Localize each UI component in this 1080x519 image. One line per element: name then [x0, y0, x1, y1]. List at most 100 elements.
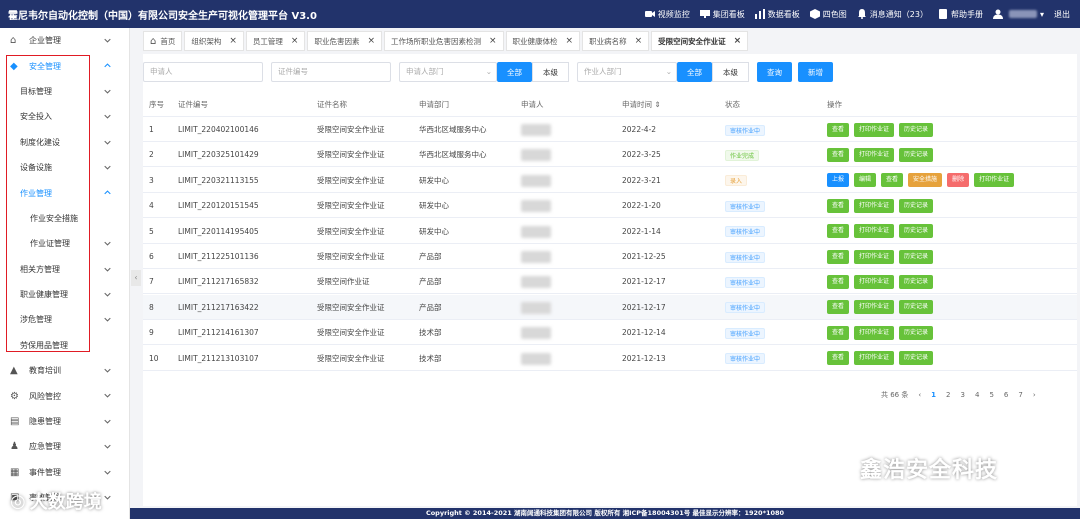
topnav-item-book[interactable]: 帮助手册 — [938, 9, 983, 20]
sidebar-item-14[interactable]: ⚙ 风险管控 — [0, 383, 129, 408]
action-button[interactable]: 历史记录 — [899, 274, 934, 289]
all-button[interactable]: 全部 — [497, 62, 532, 82]
action-button[interactable]: 查看 — [827, 325, 850, 340]
action-button[interactable]: 打印作业证 — [854, 300, 895, 315]
close-icon[interactable]: × — [367, 36, 375, 46]
action-button[interactable]: 编辑 — [854, 173, 877, 188]
action-button[interactable]: 删除 — [947, 173, 970, 188]
page-number[interactable]: 6 — [1004, 391, 1008, 399]
page-number[interactable]: 2 — [946, 391, 950, 399]
sidebar-item-16[interactable]: ♟ 应急管理 — [0, 434, 129, 459]
sidebar-item-1[interactable]: ◆ 安全管理 — [0, 53, 129, 78]
tab-4[interactable]: 工作场所职业危害因素检测 × — [384, 31, 504, 51]
topnav-item-cube[interactable]: 四色图 — [809, 9, 847, 20]
close-icon[interactable]: × — [566, 36, 574, 46]
sidebar-item-9[interactable]: 相关方管理 — [0, 257, 129, 282]
topnav-item-logout[interactable]: 退出 — [1054, 9, 1070, 20]
chevron-down-icon — [104, 444, 111, 449]
action-button[interactable]: 查看 — [881, 173, 904, 188]
sidebar-item-0[interactable]: ⌂ 企业管理 — [0, 28, 129, 53]
watermark-left-text: 大数跨境 — [29, 492, 102, 513]
sidebar-item-5[interactable]: 设备设施 — [0, 155, 129, 180]
all-button-2[interactable]: 全部 — [677, 62, 712, 82]
sidebar-item-7[interactable]: 作业安全措施 — [0, 206, 129, 231]
tab-6[interactable]: 职业病名称 × — [582, 31, 650, 51]
action-button[interactable]: 查看 — [827, 300, 850, 315]
action-button[interactable]: 打印作业证 — [854, 224, 895, 239]
topnav-item-chart[interactable]: 数据看板 — [754, 9, 800, 20]
query-button[interactable]: 查询 — [757, 62, 792, 82]
close-icon[interactable]: × — [734, 36, 742, 46]
action-button[interactable]: 打印作业证 — [854, 351, 895, 366]
page-number[interactable]: 3 — [961, 391, 965, 399]
page-number[interactable]: 1 — [931, 391, 936, 399]
topnav-item-user[interactable]: ▾ — [992, 9, 1044, 19]
prev-page-button[interactable]: ‹ — [918, 391, 921, 399]
tab-5[interactable]: 职业健康体检 × — [505, 31, 581, 51]
action-button[interactable]: 查看 — [827, 274, 850, 289]
sidebar-item-13[interactable]: ▲ 教育培训 — [0, 358, 129, 383]
page-number[interactable]: 7 — [1018, 391, 1022, 399]
action-button[interactable]: 打印作业证 — [854, 325, 895, 340]
applicant-dept-select[interactable]: 申请人部门 ⌄ — [399, 62, 497, 82]
action-button[interactable]: 历史记录 — [899, 224, 934, 239]
next-page-button[interactable]: › — [1033, 391, 1036, 399]
tab-2[interactable]: 员工管理 × — [245, 31, 306, 51]
action-button[interactable]: 上报 — [827, 173, 850, 188]
tab-0[interactable]: ⌂ 首页 — [143, 31, 183, 51]
action-button[interactable]: 打印作业证 — [854, 147, 895, 162]
cert-no-input[interactable]: 证件编号 — [271, 62, 391, 82]
action-button[interactable]: 打印作业证 — [854, 249, 895, 264]
action-button[interactable]: 查看 — [827, 224, 850, 239]
action-button[interactable]: 打印作业证 — [854, 122, 895, 137]
sidebar-item-11[interactable]: 涉危管理 — [0, 307, 129, 332]
action-button[interactable]: 历史记录 — [899, 147, 934, 162]
action-button[interactable]: 打印作业证 — [854, 198, 895, 213]
action-button[interactable]: 安全措施 — [908, 173, 943, 188]
action-button[interactable]: 历史记录 — [899, 249, 934, 264]
sidebar-collapse-button[interactable]: ‹ — [131, 270, 141, 286]
sidebar-item-6[interactable]: 作业管理 — [0, 180, 129, 205]
action-button[interactable]: 查看 — [827, 198, 850, 213]
sidebar-item-17[interactable]: ▦ 事件管理 — [0, 460, 129, 485]
level-button-2[interactable]: 本级 — [712, 62, 749, 82]
action-button[interactable]: 历史记录 — [899, 198, 934, 213]
close-icon[interactable]: × — [291, 36, 299, 46]
tab-1[interactable]: 组织架构 × — [184, 31, 244, 51]
sidebar-item-10[interactable]: 职业健康管理 — [0, 282, 129, 307]
action-button[interactable]: 查看 — [827, 122, 850, 137]
topnav-item-bell[interactable]: 消息通知（23） — [857, 9, 928, 20]
sidebar-item-2[interactable]: 目标管理 — [0, 79, 129, 104]
close-icon[interactable]: × — [229, 36, 237, 46]
worker-dept-select[interactable]: 作业人部门 ⌄ — [577, 62, 677, 82]
action-button[interactable]: 历史记录 — [899, 325, 934, 340]
top-bar: 霍尼韦尔自动化控制（中国）有限公司安全生产可视化管理平台 V3.0 视频监控 集团… — [0, 0, 1080, 28]
action-button[interactable]: 历史记录 — [899, 300, 934, 315]
close-icon[interactable]: × — [489, 36, 497, 46]
sidebar-item-12[interactable]: 劳保用品管理 — [0, 333, 129, 358]
level-button[interactable]: 本级 — [532, 62, 569, 82]
action-button[interactable]: 查看 — [827, 147, 850, 162]
action-button[interactable]: 打印作业证 — [974, 173, 1015, 188]
column-header[interactable]: 申请时间 ⇕ — [622, 92, 661, 117]
cell-code: LIMIT_211217163422 — [178, 302, 259, 312]
page-number[interactable]: 4 — [975, 391, 979, 399]
sidebar-item-3[interactable]: 安全投入 — [0, 104, 129, 129]
sidebar-item-4[interactable]: 制度化建设 — [0, 130, 129, 155]
add-button[interactable]: 新增 — [798, 62, 833, 82]
action-button[interactable]: 查看 — [827, 351, 850, 366]
tab-7[interactable]: 受限空间安全作业证 × — [651, 31, 749, 51]
action-button[interactable]: 查看 — [827, 249, 850, 264]
topnav-item-monitor[interactable]: 集团看板 — [699, 9, 745, 20]
sidebar-item-15[interactable]: ▤ 隐患管理 — [0, 409, 129, 434]
close-icon[interactable]: × — [635, 36, 643, 46]
page-number[interactable]: 5 — [989, 391, 993, 399]
sidebar-item-8[interactable]: 作业证管理 — [0, 231, 129, 256]
applicant-input[interactable]: 申请人 — [143, 62, 263, 82]
sidebar-item-label: 目标管理 — [20, 86, 52, 96]
tab-3[interactable]: 职业危害因素 × — [307, 31, 382, 51]
action-button[interactable]: 历史记录 — [899, 122, 934, 137]
action-button[interactable]: 历史记录 — [899, 351, 934, 366]
action-button[interactable]: 打印作业证 — [854, 274, 895, 289]
topnav-item-video[interactable]: 视频监控 — [644, 9, 690, 20]
